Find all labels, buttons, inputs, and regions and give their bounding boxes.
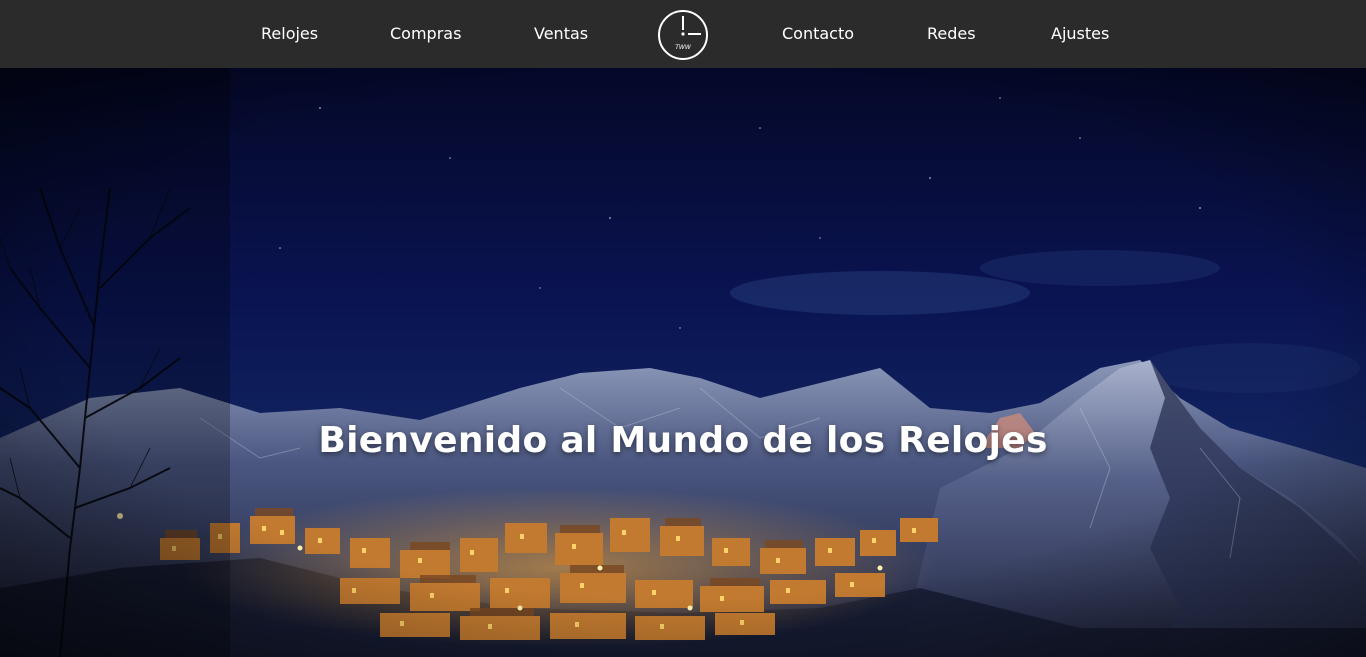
logo[interactable]: TWW	[657, 9, 709, 61]
nav-link-relojes[interactable]: Relojes	[261, 22, 318, 46]
top-navbar: Relojes Compras Ventas TWW Contacto Rede…	[0, 0, 1366, 68]
hero-banner: Bienvenido al Mundo de los Relojes	[0, 68, 1366, 657]
hero-title: Bienvenido al Mundo de los Relojes	[318, 420, 1048, 461]
nav-link-ajustes[interactable]: Ajustes	[1051, 22, 1109, 46]
nav-link-redes[interactable]: Redes	[927, 22, 976, 46]
nav-link-contacto[interactable]: Contacto	[782, 22, 854, 46]
hero-background-image	[0, 68, 1366, 657]
logo-text: TWW	[675, 44, 692, 51]
nav-link-ventas[interactable]: Ventas	[534, 22, 588, 46]
nav-link-compras[interactable]: Compras	[390, 22, 461, 46]
clock-icon: TWW	[658, 10, 708, 60]
